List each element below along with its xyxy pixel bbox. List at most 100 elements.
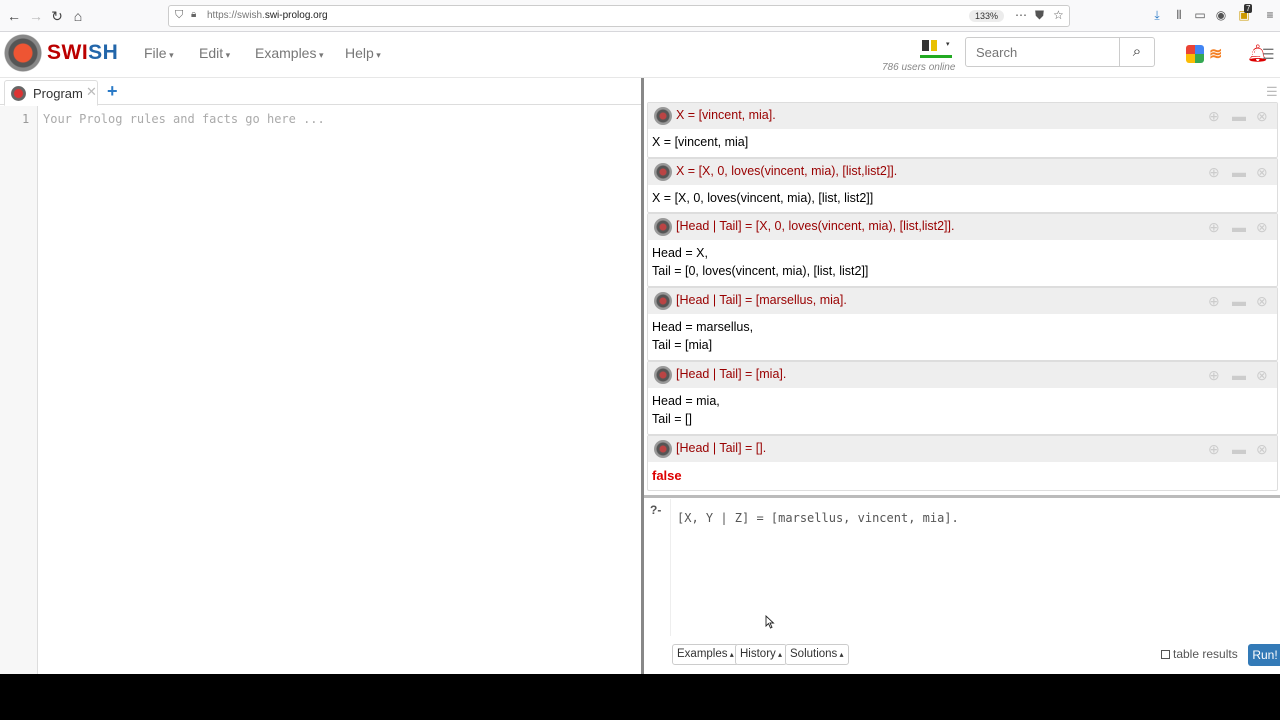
- answer-line: Head = mia,: [652, 394, 720, 408]
- stackoverflow-icon[interactable]: ≋: [1209, 44, 1227, 64]
- table-results-label: table results: [1173, 647, 1238, 661]
- download-icon[interactable]: ⊕: [1208, 108, 1220, 125]
- add-tab-icon[interactable]: +: [107, 81, 118, 102]
- query-code[interactable]: [X, Y | Z] = [marsellus, vincent, mia].: [677, 511, 959, 525]
- query-text: [Head | Tail] = [marsellus, mia].: [676, 293, 847, 307]
- gear-icon: [654, 440, 672, 458]
- line-number: 1: [22, 112, 30, 126]
- google-icon[interactable]: [1186, 45, 1204, 63]
- answer-line: Head = X,: [652, 246, 708, 260]
- close-icon[interactable]: ⊗: [1256, 164, 1268, 181]
- query-divider[interactable]: [644, 495, 1280, 498]
- minimize-icon[interactable]: ▬: [1232, 441, 1246, 457]
- forward-icon[interactable]: →: [27, 7, 45, 25]
- menu-examples[interactable]: Examples: [255, 45, 324, 61]
- query-header: [Head | Tail] = []. ⊕ ▬ ⊗: [648, 436, 1277, 462]
- gear-icon: [654, 366, 672, 384]
- solutions-button[interactable]: Solutions: [785, 644, 849, 665]
- search-input[interactable]: [965, 37, 1120, 67]
- close-icon[interactable]: ⊗: [1256, 108, 1268, 125]
- app-menu-icon[interactable]: ☰: [1262, 46, 1275, 63]
- minimize-icon[interactable]: ▬: [1232, 108, 1246, 124]
- gear-icon: [654, 107, 672, 125]
- examples-button[interactable]: Examples: [672, 644, 739, 665]
- query-answer: false: [652, 467, 682, 485]
- query-header: [Head | Tail] = [X, 0, loves(vincent, mi…: [648, 214, 1277, 240]
- swish-logo-text[interactable]: SWISH: [47, 41, 118, 65]
- users-online: 786 users online: [882, 62, 956, 73]
- download-icon[interactable]: ⊕: [1208, 293, 1220, 310]
- pocket-icon[interactable]: ⛊: [1035, 8, 1044, 23]
- history-button[interactable]: History: [735, 644, 788, 665]
- swish-app: SWISH File Edit Examples Help ▾ 786 user…: [0, 32, 1280, 674]
- answer-line: Tail = [0, loves(vincent, mia), [list, l…: [652, 263, 869, 278]
- query-prompt: ?-: [650, 503, 662, 517]
- url-bar[interactable]: ⛉ 🔒︎ https://swish.swi-prolog.org 133% ⋯…: [168, 5, 1070, 27]
- minimize-icon[interactable]: ▬: [1232, 219, 1246, 235]
- query-text: X = [vincent, mia].: [676, 108, 776, 122]
- query-runner: [Head | Tail] = []. ⊕ ▬ ⊗ false: [647, 435, 1278, 491]
- minimize-icon[interactable]: ▬: [1232, 164, 1246, 180]
- close-icon[interactable]: ✕: [86, 84, 97, 100]
- bookmark-star-icon[interactable]: ☆: [1053, 8, 1064, 22]
- more-icon[interactable]: ⋯: [1015, 8, 1027, 22]
- tab-program[interactable]: Program ✕: [4, 80, 98, 106]
- reload-icon[interactable]: ↻: [48, 7, 66, 25]
- minimize-icon[interactable]: ▬: [1232, 367, 1246, 383]
- lock-icon: 🔒︎: [191, 9, 197, 20]
- close-icon[interactable]: ⊗: [1256, 219, 1268, 236]
- query-answer: X = [vincent, mia]: [652, 134, 748, 152]
- url-text: https://swish.swi-prolog.org: [207, 10, 328, 21]
- search-icon[interactable]: ⌕: [1119, 37, 1155, 67]
- download-icon[interactable]: ⤓: [1150, 8, 1164, 22]
- query-runner: [Head | Tail] = [X, 0, loves(vincent, mi…: [647, 213, 1278, 287]
- account-icon[interactable]: ◉: [1214, 8, 1228, 22]
- users-icon[interactable]: ▾: [918, 38, 952, 62]
- answer-false: false: [652, 468, 682, 483]
- table-results-checkbox[interactable]: [1161, 650, 1170, 659]
- zoom-level[interactable]: 133%: [969, 10, 1005, 22]
- program-pane: Program ✕ + 1 Your Prolog rules and fact…: [0, 78, 641, 674]
- browser-menu-icon[interactable]: ≡: [1263, 8, 1277, 22]
- svg-text:▾: ▾: [946, 41, 950, 48]
- line-gutter: 1: [0, 106, 38, 674]
- back-icon[interactable]: ←: [5, 7, 23, 25]
- download-icon[interactable]: ⊕: [1208, 164, 1220, 181]
- minimize-icon[interactable]: ▬: [1232, 293, 1246, 309]
- query-header: [Head | Tail] = [mia]. ⊕ ▬ ⊗: [648, 362, 1277, 388]
- run-button[interactable]: Run!: [1248, 644, 1280, 666]
- gear-icon: [654, 218, 672, 236]
- query-runner: [Head | Tail] = [mia]. ⊕ ▬ ⊗ Head = mia,…: [647, 361, 1278, 435]
- gear-icon: [654, 292, 672, 310]
- answer-line: Head = marsellus,: [652, 320, 754, 334]
- menu-edit[interactable]: Edit: [199, 45, 230, 61]
- query-answer: Head = X, Tail = [0, loves(vincent, mia)…: [652, 245, 868, 280]
- query-answer: X = [X, 0, loves(vincent, mia), [list, l…: [652, 190, 873, 208]
- query-header: [Head | Tail] = [marsellus, mia]. ⊕ ▬ ⊗: [648, 288, 1277, 314]
- answer-line: X = [vincent, mia]: [652, 135, 749, 149]
- download-icon[interactable]: ⊕: [1208, 219, 1220, 236]
- shield-icon: ⛉: [175, 9, 184, 21]
- sidebar-icon[interactable]: ▭: [1193, 8, 1207, 22]
- swish-tab-icon: [11, 86, 26, 101]
- download-icon[interactable]: ⊕: [1208, 441, 1220, 458]
- query-header: X = [vincent, mia]. ⊕ ▬ ⊗: [648, 103, 1277, 129]
- query-editor[interactable]: [X, Y | Z] = [marsellus, vincent, mia].: [670, 499, 1280, 636]
- swish-logo-icon[interactable]: [4, 34, 42, 72]
- query-text: [Head | Tail] = [].: [676, 441, 767, 455]
- menu-file[interactable]: File: [144, 45, 174, 61]
- runner-menu-icon[interactable]: ☰: [1266, 84, 1278, 100]
- program-editor-placeholder[interactable]: Your Prolog rules and facts go here ...: [43, 112, 325, 126]
- menu-help[interactable]: Help: [345, 45, 381, 61]
- table-results-toggle[interactable]: table results: [1161, 647, 1238, 661]
- mouse-pointer-icon: [765, 615, 775, 629]
- close-icon[interactable]: ⊗: [1256, 367, 1268, 384]
- query-runner: X = [vincent, mia]. ⊕ ▬ ⊗ X = [vincent, …: [647, 102, 1278, 158]
- home-icon[interactable]: ⌂: [69, 7, 87, 25]
- close-icon[interactable]: ⊗: [1256, 293, 1268, 310]
- query-answer: Head = marsellus, Tail = [mia]: [652, 319, 753, 354]
- library-icon[interactable]: ⫴: [1172, 8, 1186, 22]
- answer-line: Tail = []: [652, 411, 692, 426]
- download-icon[interactable]: ⊕: [1208, 367, 1220, 384]
- close-icon[interactable]: ⊗: [1256, 441, 1268, 458]
